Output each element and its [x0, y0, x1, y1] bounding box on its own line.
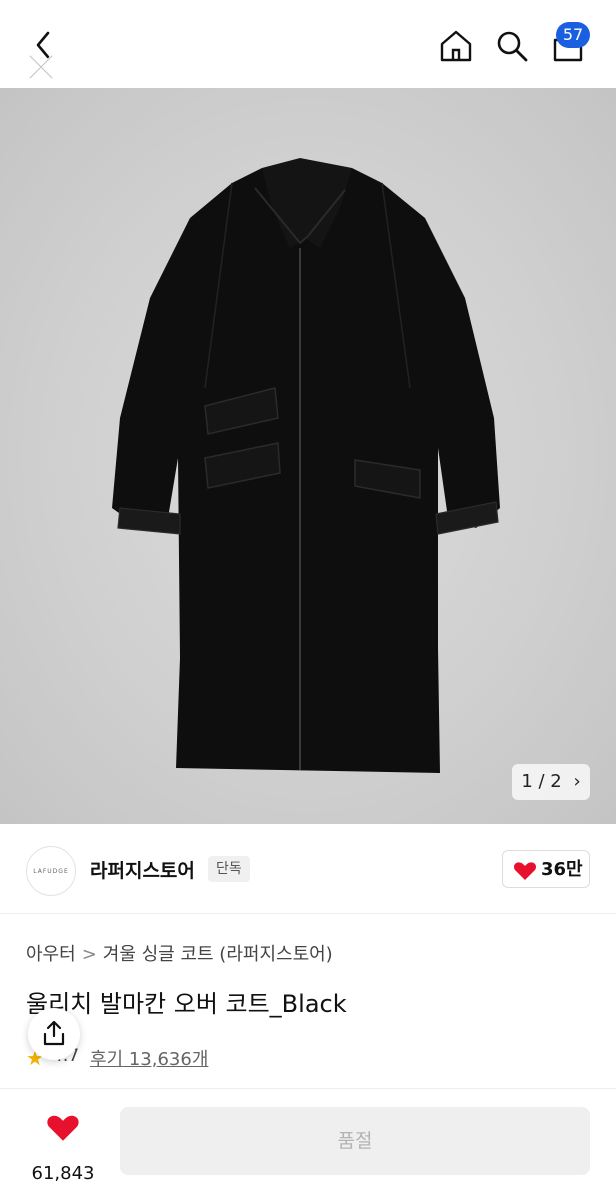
brand-like-button[interactable]: 36만: [502, 850, 590, 888]
brand-like-count: 36만: [541, 859, 583, 880]
gallery-page-indicator[interactable]: 1 / 2 ›: [512, 764, 590, 800]
heart-icon: [513, 862, 537, 880]
wishlist-button[interactable]: 61,843: [20, 1107, 106, 1187]
share-icon: [43, 1020, 65, 1046]
breadcrumb-subcategory[interactable]: 겨울 싱글 코트 (라퍼지스토어): [103, 944, 333, 965]
home-icon[interactable]: [438, 28, 474, 64]
breadcrumb-separator: >: [81, 944, 97, 965]
wishlist-count: 61,843: [31, 1163, 95, 1184]
brand-name[interactable]: 라퍼지스토어: [90, 856, 195, 883]
brand-logo[interactable]: LAFUDGE: [26, 846, 76, 896]
product-image[interactable]: [0, 88, 616, 824]
product-title: 울리치 발마칸 오버 코트_Black: [26, 990, 347, 1018]
brand-row: LAFUDGE 라퍼지스토어 단독 36만: [0, 826, 616, 914]
page-indicator-text: 1 / 2: [521, 771, 562, 792]
exclusive-badge: 단독: [208, 856, 250, 882]
chevron-right-icon: ›: [573, 771, 581, 792]
reviews-link[interactable]: 후기 13,636개: [90, 1045, 208, 1071]
search-icon[interactable]: [494, 28, 530, 64]
breadcrumb-category[interactable]: 아우터: [26, 944, 76, 965]
cart-count-badge: 57: [556, 22, 590, 48]
top-nav-bar: 57: [0, 0, 616, 88]
close-icon[interactable]: [24, 50, 58, 84]
bottom-action-bar: 61,843 품절: [0, 1088, 616, 1200]
heart-icon: [47, 1115, 79, 1141]
breadcrumb: 아우터 > 겨울 싱글 코트 (라퍼지스토어): [26, 940, 333, 966]
sold-out-button[interactable]: 품절: [120, 1107, 590, 1175]
share-button[interactable]: [28, 1008, 80, 1060]
coat-illustration: [112, 158, 500, 773]
